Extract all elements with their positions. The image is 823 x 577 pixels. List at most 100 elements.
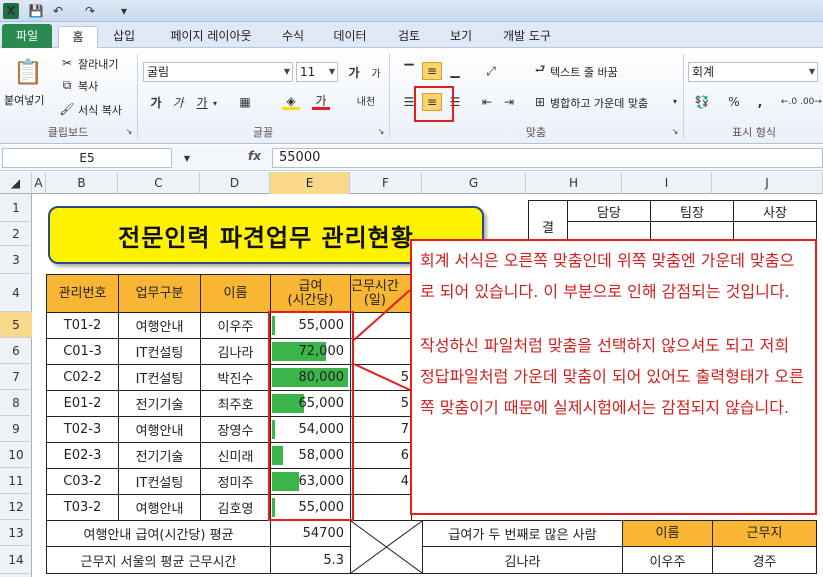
approval-c2-cell[interactable]: 팀장 bbox=[650, 200, 734, 222]
cell-name[interactable]: 이우주 bbox=[200, 312, 271, 339]
name-box[interactable]: E5 bbox=[2, 148, 172, 168]
increase-decimal-icon[interactable]: ←.0 bbox=[780, 93, 798, 111]
align-middle-icon[interactable]: ≡ bbox=[422, 62, 442, 80]
header-type[interactable]: 업무구분 bbox=[118, 274, 201, 313]
col-work-cell[interactable]: 근무지 bbox=[712, 520, 817, 547]
row-header-2[interactable]: 2 bbox=[0, 222, 32, 246]
row-header-7[interactable]: 7 bbox=[0, 364, 32, 390]
italic-button[interactable]: 가 bbox=[170, 94, 186, 110]
cell-id[interactable]: T01-2 bbox=[46, 312, 119, 339]
summary-r13-label-cell[interactable]: 여행안내 급여(시간당) 평균 bbox=[46, 520, 271, 547]
column-header-g[interactable]: G bbox=[422, 172, 526, 194]
shrink-font-icon[interactable]: 가 bbox=[368, 64, 384, 80]
cell-name[interactable]: 박진수 bbox=[200, 364, 271, 391]
paste-button[interactable]: 붙여넣기 bbox=[4, 92, 44, 108]
cell-id[interactable]: C03-2 bbox=[46, 468, 119, 495]
tab-view[interactable]: 보기 bbox=[442, 26, 480, 48]
row-header-1[interactable]: 1 bbox=[0, 194, 32, 222]
font-launcher-icon[interactable]: ↘ bbox=[376, 126, 386, 136]
second-pay-value-cell[interactable]: 김나라 bbox=[422, 546, 623, 574]
row-header-9[interactable]: 9 bbox=[0, 416, 32, 442]
header-pay[interactable]: 급여 (시간당) bbox=[270, 274, 351, 313]
row-header-14[interactable]: 14 bbox=[0, 546, 32, 574]
bold-button[interactable]: 가 bbox=[148, 94, 164, 110]
column-header-j[interactable]: J bbox=[712, 172, 823, 194]
alignment-launcher-icon[interactable]: ↘ bbox=[670, 126, 680, 136]
column-header-e[interactable]: E bbox=[270, 172, 350, 194]
decrease-indent-icon[interactable]: ⇤ bbox=[478, 93, 496, 111]
merge-center-button[interactable]: 병합하고 가운데 맞춤 bbox=[550, 95, 648, 111]
tab-developer[interactable]: 개발 도구 bbox=[492, 26, 562, 48]
cell-id[interactable]: E01-2 bbox=[46, 390, 119, 417]
summary-r14-label-cell[interactable]: 근무지 서울의 평균 근무시간 bbox=[46, 546, 271, 574]
col-name-cell[interactable]: 이름 bbox=[622, 520, 713, 547]
cell-type[interactable]: 전기기술 bbox=[118, 442, 201, 469]
grow-font-icon[interactable]: 가 bbox=[346, 64, 362, 80]
name-value-cell[interactable]: 이우주 bbox=[622, 546, 713, 574]
font-color-button[interactable]: 가 bbox=[312, 94, 330, 110]
column-header-b[interactable]: B bbox=[46, 172, 118, 194]
wrap-text-button[interactable]: 텍스트 줄 바꿈 bbox=[550, 64, 618, 80]
cell-name[interactable]: 정미주 bbox=[200, 468, 271, 495]
border-icon[interactable]: ▦ bbox=[236, 94, 254, 110]
cell-hours[interactable]: 7 bbox=[350, 416, 412, 443]
row-header-10[interactable]: 10 bbox=[0, 442, 32, 468]
row-header-8[interactable]: 8 bbox=[0, 390, 32, 416]
fill-color-icon[interactable]: ◈ bbox=[282, 94, 300, 110]
align-bottom-icon[interactable]: ▁ bbox=[446, 62, 464, 80]
increase-indent-icon[interactable]: ⇥ bbox=[500, 93, 518, 111]
cell-hours[interactable]: 6 bbox=[350, 442, 412, 469]
column-header-f[interactable]: F bbox=[350, 172, 422, 194]
row-header-4[interactable]: 4 bbox=[0, 274, 32, 312]
summary-r13-value-cell[interactable]: 54700 bbox=[270, 520, 351, 547]
font-size-combo[interactable]: 11 ▼ bbox=[296, 62, 338, 82]
cell-id[interactable]: C01-3 bbox=[46, 338, 119, 365]
accounting-format-icon[interactable]: 💱 bbox=[692, 93, 712, 111]
cell-type[interactable]: 전기기술 bbox=[118, 390, 201, 417]
align-top-icon[interactable]: ▔ bbox=[400, 62, 418, 80]
select-all-corner[interactable]: ◢ bbox=[0, 172, 32, 194]
underline-button[interactable]: 가 bbox=[194, 94, 210, 110]
cell-id[interactable]: T02-3 bbox=[46, 416, 119, 443]
cell-type[interactable]: 여행안내 bbox=[118, 312, 201, 339]
namebox-dropdown-icon[interactable]: ▼ bbox=[180, 150, 194, 166]
cell-type[interactable]: IT컨설팅 bbox=[118, 338, 201, 365]
cell-name[interactable]: 최주호 bbox=[200, 390, 271, 417]
undo-icon[interactable]: ↶ bbox=[50, 3, 66, 19]
chevron-down-icon[interactable]: ▾ bbox=[670, 94, 680, 108]
clipboard-launcher-icon[interactable]: ↘ bbox=[124, 126, 134, 136]
tab-home[interactable]: 홈 bbox=[58, 26, 98, 48]
copy-button[interactable]: 복사 bbox=[78, 78, 98, 94]
row-header-12[interactable]: 12 bbox=[0, 494, 32, 520]
cell-id[interactable]: E02-3 bbox=[46, 442, 119, 469]
cell-type[interactable]: 여행안내 bbox=[118, 494, 201, 521]
row-header-3[interactable]: 3 bbox=[0, 246, 32, 274]
second-pay-label-cell[interactable]: 급여가 두 번째로 많은 사람 bbox=[422, 520, 623, 547]
decrease-decimal-icon[interactable]: .00→ bbox=[800, 93, 822, 111]
comma-style-button[interactable]: , bbox=[752, 93, 768, 111]
tab-data[interactable]: 데이터 bbox=[326, 26, 374, 48]
cell-name[interactable]: 장영수 bbox=[200, 416, 271, 443]
redo-icon[interactable]: ↷ bbox=[82, 3, 98, 19]
insert-function-icon[interactable]: fx bbox=[248, 149, 261, 163]
tab-formulas[interactable]: 수식 bbox=[274, 26, 312, 48]
header-id[interactable]: 관리번호 bbox=[46, 274, 119, 313]
save-icon[interactable]: 💾 bbox=[28, 3, 44, 19]
row-header-13[interactable]: 13 bbox=[0, 520, 32, 546]
approval-c3-cell[interactable]: 사장 bbox=[733, 200, 817, 222]
orientation-icon[interactable]: ⤢ bbox=[478, 62, 504, 80]
cell-hours[interactable] bbox=[350, 494, 412, 521]
tab-review[interactable]: 검토 bbox=[390, 26, 428, 48]
chevron-down-icon[interactable]: ▾ bbox=[210, 96, 220, 110]
formula-input[interactable]: 55000 bbox=[272, 148, 823, 168]
phonetic-guide-icon[interactable]: 내천 bbox=[352, 92, 380, 114]
cell-type[interactable]: IT컨설팅 bbox=[118, 364, 201, 391]
cell-hours[interactable]: 4 bbox=[350, 468, 412, 495]
column-header-a[interactable]: A bbox=[32, 172, 46, 194]
customize-quick-access-icon[interactable]: ▾ bbox=[116, 3, 132, 19]
cell-id[interactable]: C02-2 bbox=[46, 364, 119, 391]
number-format-combo[interactable]: 회계 ▼ bbox=[688, 62, 818, 82]
row-header-11[interactable]: 11 bbox=[0, 468, 32, 494]
approval-c1-cell[interactable]: 담당 bbox=[567, 200, 651, 222]
diagonal-cross-cell[interactable] bbox=[350, 520, 423, 574]
